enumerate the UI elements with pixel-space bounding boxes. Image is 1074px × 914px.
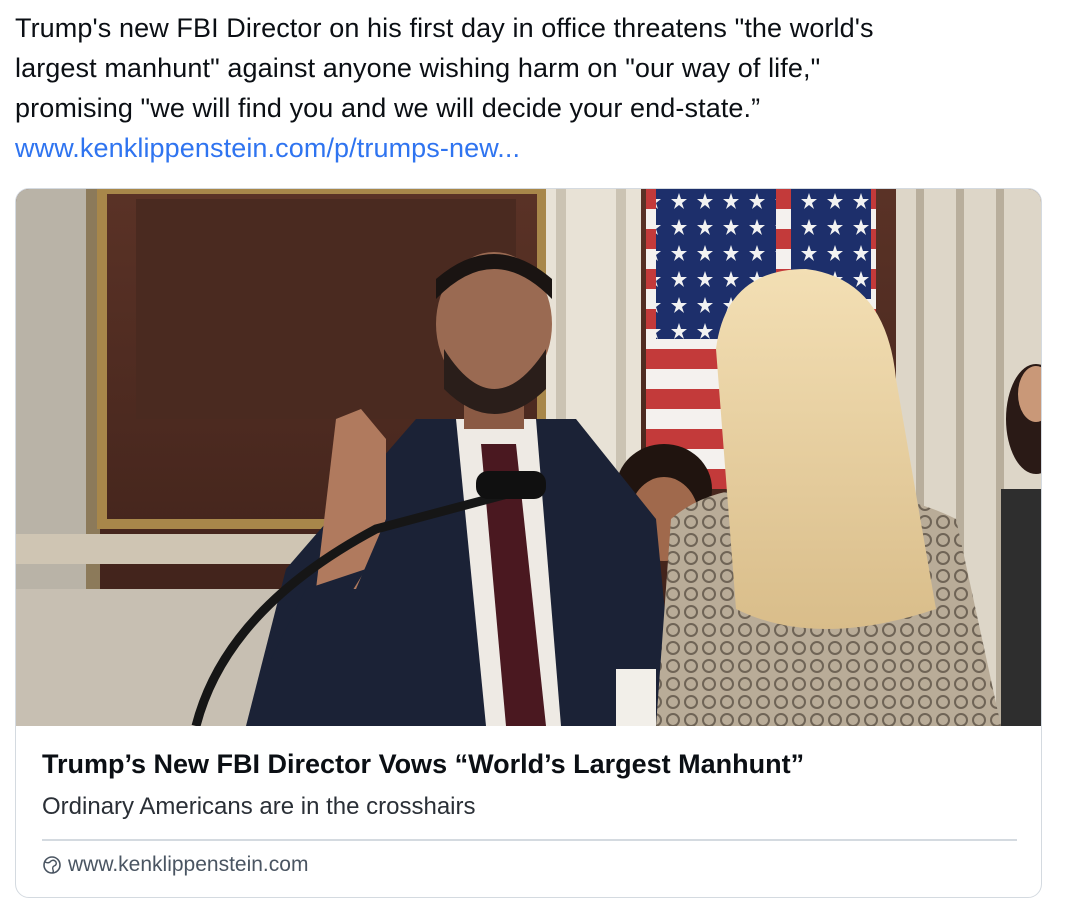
globe-icon (43, 856, 61, 874)
card-divider (42, 839, 1017, 841)
link-preview-card[interactable]: Trump’s New FBI Director Vows “World’s L… (15, 188, 1042, 898)
card-title[interactable]: Trump’s New FBI Director Vows “World’s L… (42, 749, 804, 780)
card-domain[interactable]: www.kenklippenstein.com (42, 853, 308, 877)
card-description: Ordinary Americans are in the crosshairs (42, 793, 476, 820)
card-domain-text: www.kenklippenstein.com (68, 853, 309, 876)
post-text-line-2: largest manhunt" against anyone wishing … (15, 53, 821, 83)
post-text-line-3: promising "we will find you and we will … (15, 93, 761, 123)
post-text-line-1: Trump's new FBI Director on his first da… (15, 13, 874, 43)
post-link[interactable]: www.kenklippenstein.com/p/trumps-new... (15, 128, 1065, 168)
post-text: Trump's new FBI Director on his first da… (15, 8, 1065, 168)
card-image (16, 189, 1041, 726)
